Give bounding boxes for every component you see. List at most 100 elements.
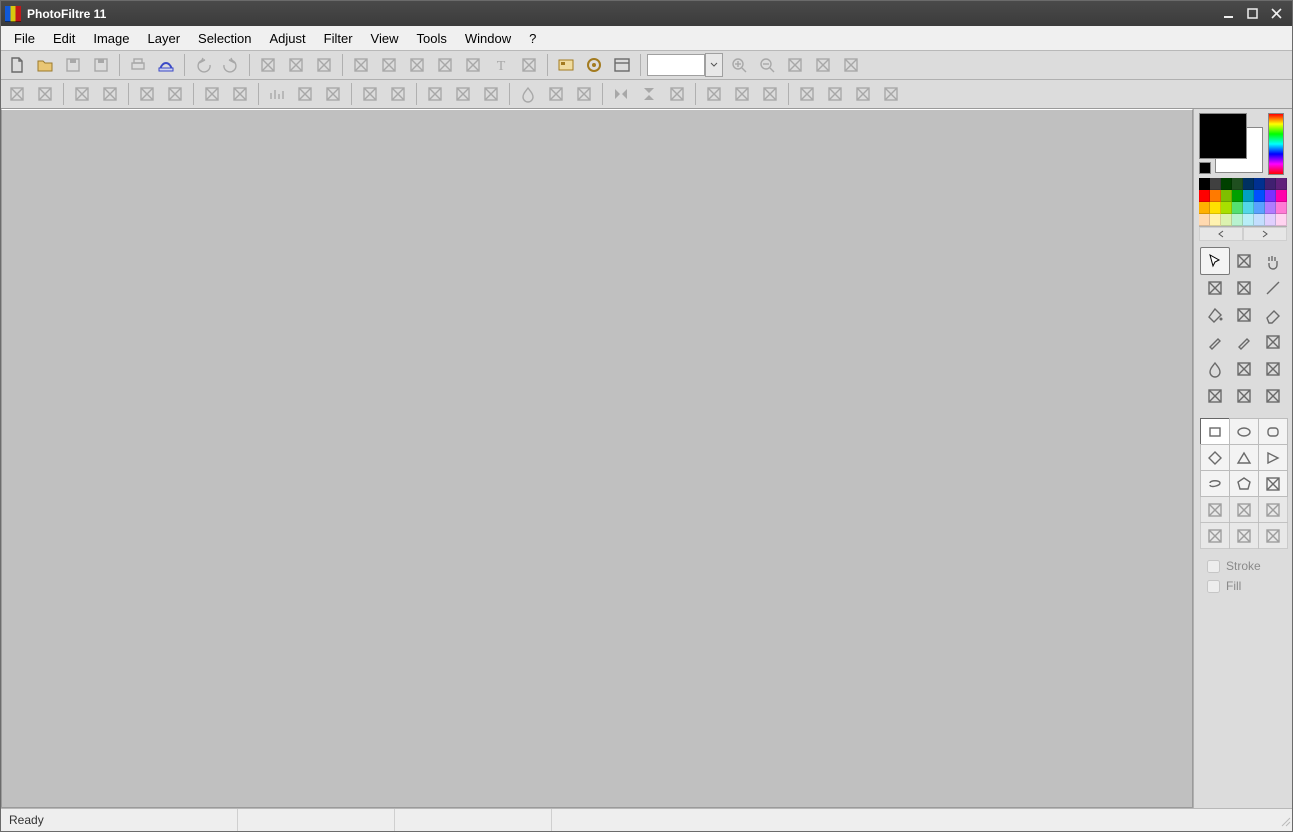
palette-swatch[interactable] [1221,190,1232,202]
palette-swatch[interactable] [1232,202,1243,214]
maximize-button[interactable] [1240,5,1264,23]
palette-swatch[interactable] [1210,178,1221,190]
palette-swatch[interactable] [1232,214,1243,226]
palette-swatch[interactable] [1243,214,1254,226]
palette-swatch[interactable] [1199,190,1210,202]
art-tool-icon[interactable] [1258,382,1288,410]
palette-swatch[interactable] [1199,214,1210,226]
palette-swatch[interactable] [1210,214,1221,226]
palette-swatch[interactable] [1199,178,1210,190]
stroke-checkbox-row[interactable]: Stroke [1199,559,1287,573]
advanced-brush-tool-icon[interactable] [1229,328,1259,356]
shape-triangle-right-icon[interactable] [1258,444,1288,471]
fill-checkbox-row[interactable]: Fill [1199,579,1287,593]
menu-image[interactable]: Image [84,28,138,49]
palette-swatch[interactable] [1265,202,1276,214]
menu-window[interactable]: Window [456,28,520,49]
smudge-tool-icon[interactable] [1229,355,1259,383]
palette-swatch[interactable] [1243,202,1254,214]
palette-swatch[interactable] [1265,190,1276,202]
palette-swatch[interactable] [1276,202,1287,214]
shape-triangle-up-icon[interactable] [1229,444,1259,471]
palette-swatch[interactable] [1276,214,1287,226]
fill-tool-icon[interactable] [1200,301,1230,329]
pointer-tool-icon[interactable] [1200,247,1230,275]
clone-tool-icon[interactable] [1258,355,1288,383]
zoom-dropdown-button[interactable] [705,53,723,77]
retouch-tool-icon[interactable] [1229,382,1259,410]
shape-text-sel-icon[interactable] [1200,522,1230,549]
palette-swatch[interactable] [1232,190,1243,202]
shape-sel5-icon[interactable] [1229,522,1259,549]
palette-swatch[interactable] [1221,214,1232,226]
palette-swatch[interactable] [1254,190,1265,202]
shape-sel2-icon[interactable] [1229,496,1259,523]
menu-tools[interactable]: Tools [408,28,456,49]
shape-freehand-icon[interactable] [1258,470,1288,497]
menu-filter[interactable]: Filter [315,28,362,49]
palette-swatch[interactable] [1254,214,1265,226]
hand-tool-icon[interactable] [1258,247,1288,275]
resize-grip-icon[interactable] [1276,812,1292,828]
shape-lasso-icon[interactable] [1200,470,1230,497]
palette-swatch[interactable] [1276,178,1287,190]
palette-swatch[interactable] [1199,202,1210,214]
wand-tool-icon[interactable] [1229,274,1259,302]
brush-tool-icon[interactable] [1200,328,1230,356]
palette-swatch[interactable] [1210,190,1221,202]
reset-colors-icon[interactable] [1199,162,1211,174]
palette-swatch[interactable] [1210,202,1221,214]
spectrum-picker[interactable] [1268,113,1284,175]
spray-tool-icon[interactable] [1229,301,1259,329]
menu-layer[interactable]: Layer [139,28,190,49]
new-file-icon[interactable] [4,52,30,78]
line-tool-icon[interactable] [1258,274,1288,302]
move-tool-icon[interactable] [1229,247,1259,275]
menu-file[interactable]: File [5,28,44,49]
shape-polygon-icon[interactable] [1229,470,1259,497]
grayscale-icon [320,81,346,107]
minimize-button[interactable] [1216,5,1240,23]
eraser-tool-icon[interactable] [1258,301,1288,329]
open-file-icon[interactable] [32,52,58,78]
palette-swatch[interactable] [1243,178,1254,190]
twain-icon[interactable] [153,52,179,78]
palette-swatch[interactable] [1254,202,1265,214]
palette-swatch[interactable] [1221,178,1232,190]
palette-swatch[interactable] [1243,190,1254,202]
palette-next-button[interactable] [1243,227,1287,241]
menu-edit[interactable]: Edit [44,28,84,49]
palette-swatch[interactable] [1232,178,1243,190]
palette-swatch[interactable] [1221,202,1232,214]
palette-prev-button[interactable] [1199,227,1243,241]
close-button[interactable] [1264,5,1288,23]
fill-checkbox[interactable] [1207,580,1220,593]
color-palette [1199,178,1287,226]
stamp-tool-icon[interactable] [1258,328,1288,356]
menu-help[interactable]: ? [520,28,545,49]
shape-sel1-icon[interactable] [1200,496,1230,523]
deform-tool-icon[interactable] [1200,382,1230,410]
palette-swatch[interactable] [1254,178,1265,190]
stroke-checkbox[interactable] [1207,560,1220,573]
pipette-tool-icon[interactable] [1200,274,1230,302]
palette-swatch[interactable] [1276,190,1287,202]
shape-roundrect-icon[interactable] [1258,418,1288,445]
browse-icon[interactable] [553,52,579,78]
palette-swatch[interactable] [1265,178,1276,190]
menu-selection[interactable]: Selection [189,28,260,49]
automate-icon[interactable] [581,52,607,78]
shape-diamond-icon[interactable] [1200,444,1230,471]
mirror-h-icon [608,81,634,107]
shape-rect-icon[interactable] [1200,418,1230,445]
menu-adjust[interactable]: Adjust [261,28,315,49]
foreground-color-swatch[interactable] [1199,113,1247,159]
shape-sel3-icon[interactable] [1258,496,1288,523]
zoom-value[interactable] [647,54,705,76]
shape-sel6-icon[interactable] [1258,522,1288,549]
shape-ellipse-icon[interactable] [1229,418,1259,445]
menu-view[interactable]: View [362,28,408,49]
blur-tool-icon[interactable] [1200,355,1230,383]
preferences-icon[interactable] [609,52,635,78]
palette-swatch[interactable] [1265,214,1276,226]
